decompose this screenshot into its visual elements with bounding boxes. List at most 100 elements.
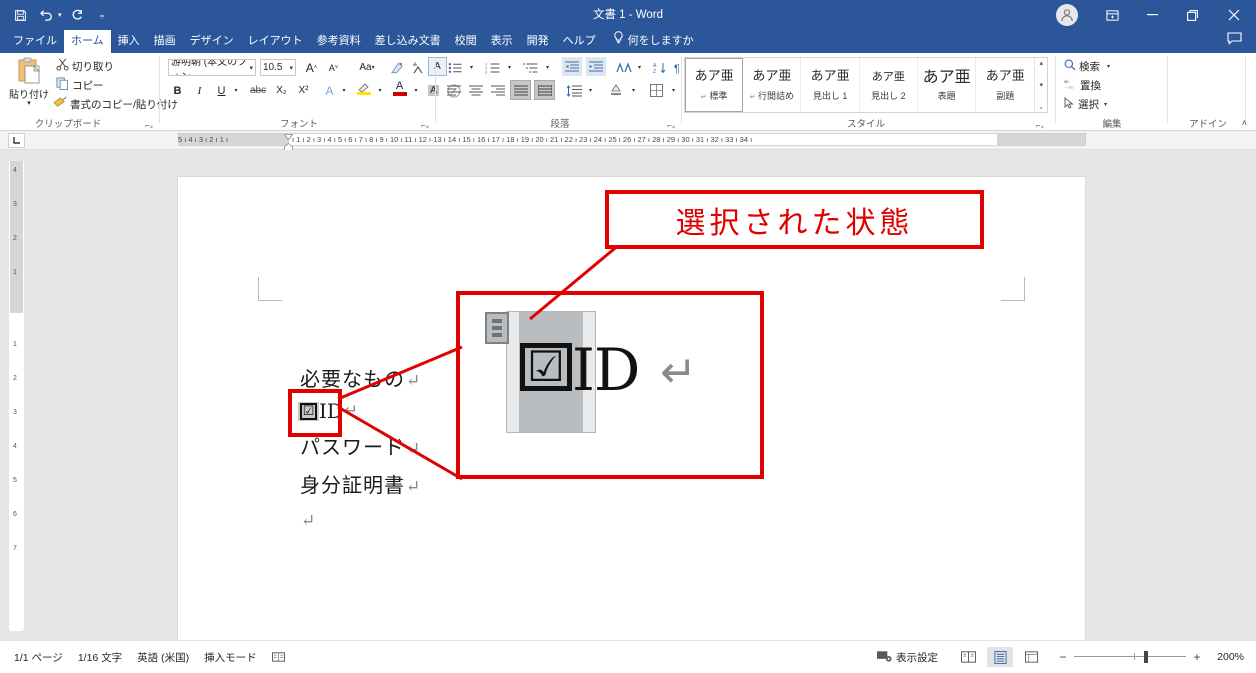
- collapse-ribbon-button[interactable]: ˄: [1242, 118, 1247, 128]
- distribute-icon[interactable]: [534, 80, 555, 100]
- font-name-combo[interactable]: 游明朝 (本文のフォン ▾: [168, 59, 256, 76]
- tab-layout[interactable]: レイアウト: [241, 30, 310, 53]
- borders-dropdown-icon[interactable]: ▾: [668, 81, 679, 100]
- view-web-layout-button[interactable]: [1019, 647, 1045, 667]
- line-spacing-icon[interactable]: [564, 81, 584, 100]
- strikethrough-button[interactable]: abc: [246, 81, 270, 100]
- paste-dropdown-icon[interactable]: ▾: [27, 100, 31, 107]
- tab-file[interactable]: ファイル: [6, 30, 64, 53]
- align-center-icon[interactable]: [466, 81, 486, 100]
- bullets-dropdown-icon[interactable]: ▾: [466, 58, 477, 77]
- multilevel-list-icon[interactable]: [520, 58, 542, 77]
- doc-line-1[interactable]: 必要なもの↵: [300, 363, 421, 392]
- increase-indent-icon[interactable]: [586, 57, 606, 76]
- line-spacing-dropdown-icon[interactable]: ▾: [585, 81, 596, 100]
- styles-gallery[interactable]: あア亜 ↵ 標準 あア亜 ↵ 行間詰め あア亜 見出し 1 あア亜 見出し 2 …: [684, 57, 1048, 113]
- select-dropdown-icon[interactable]: ▾: [1104, 101, 1107, 108]
- left-indent-marker[interactable]: [284, 142, 293, 151]
- font-dialog-launcher[interactable]: ⌐₄: [421, 121, 429, 130]
- italic-button[interactable]: I: [190, 81, 209, 100]
- style-item-no-spacing[interactable]: あア亜 ↵ 行間詰め: [743, 58, 802, 112]
- underline-dropdown-icon[interactable]: ▾: [230, 81, 242, 100]
- vertical-ruler[interactable]: 4 3 2 1 1 2 3 4 5 6 7: [8, 160, 25, 631]
- cut-button[interactable]: 切り取り: [56, 58, 114, 74]
- view-read-mode-button[interactable]: [955, 647, 981, 667]
- underline-button[interactable]: U: [212, 81, 231, 100]
- font-color-dropdown-icon[interactable]: ▾: [410, 81, 422, 100]
- page-count[interactable]: 1/1 ページ: [14, 650, 63, 665]
- text-effects-icon[interactable]: A: [320, 81, 339, 100]
- tab-view[interactable]: 表示: [484, 30, 520, 53]
- tab-draw[interactable]: 描画: [147, 30, 183, 53]
- view-print-layout-button[interactable]: [987, 647, 1013, 667]
- select-button[interactable]: 選択 ▾: [1064, 96, 1107, 112]
- shrink-font-button[interactable]: A ˅: [324, 58, 343, 77]
- font-size-combo[interactable]: 10.5 ▾: [260, 59, 296, 76]
- style-item-heading2[interactable]: あア亜 見出し 2: [860, 58, 918, 112]
- font-color-icon[interactable]: A: [390, 79, 409, 98]
- find-dropdown-icon[interactable]: ▾: [1107, 63, 1110, 70]
- doc-line-5[interactable]: ↵: [300, 507, 316, 531]
- multilevel-dropdown-icon[interactable]: ▾: [542, 58, 553, 77]
- numbering-dropdown-icon[interactable]: ▾: [504, 58, 515, 77]
- tab-insert[interactable]: 挿入: [111, 30, 147, 53]
- first-line-indent-marker[interactable]: [283, 131, 294, 141]
- language-indicator[interactable]: 英語 (米国): [137, 650, 189, 665]
- tab-help[interactable]: ヘルプ: [556, 30, 603, 53]
- tab-developer[interactable]: 開発: [520, 30, 556, 53]
- grow-font-button[interactable]: A ˄: [302, 58, 321, 77]
- tab-design[interactable]: デザイン: [183, 30, 241, 53]
- display-settings-button[interactable]: 表示設定: [877, 650, 938, 665]
- horizontal-ruler[interactable]: 5 ı 4 ı 3 ı 2 ı 1 ı ı 1 ı 2 ı 3 ı 4 ı 5 …: [0, 131, 1256, 151]
- minimize-button[interactable]: [1132, 0, 1172, 30]
- gallery-scroll-down-icon[interactable]: ▾: [1039, 81, 1043, 89]
- tab-references[interactable]: 参考資料: [310, 30, 368, 53]
- text-effects-dropdown-icon[interactable]: ▾: [338, 81, 350, 100]
- replace-button[interactable]: ab →abc 置換: [1064, 78, 1101, 93]
- zoom-slider[interactable]: [1074, 650, 1186, 664]
- styles-gallery-scrollbar[interactable]: ▴ ▾ ⌄: [1034, 58, 1048, 112]
- shading-icon[interactable]: [606, 80, 626, 99]
- tab-review[interactable]: 校閲: [448, 30, 484, 53]
- tab-mailings[interactable]: 差し込み文書: [368, 30, 448, 53]
- find-button[interactable]: 検索 ▾: [1064, 59, 1110, 74]
- copy-button[interactable]: コピー: [56, 77, 104, 93]
- close-button[interactable]: [1212, 0, 1256, 30]
- doc-line-4[interactable]: 身分証明書↵: [300, 469, 421, 498]
- paragraph-dialog-launcher[interactable]: ⌐₄: [667, 121, 675, 130]
- change-case-button[interactable]: Aa ▾: [354, 58, 380, 77]
- comments-icon[interactable]: [1227, 32, 1242, 48]
- styles-dialog-launcher[interactable]: ⌐₄: [1036, 121, 1044, 130]
- align-right-icon[interactable]: [488, 81, 508, 100]
- proofing-icon[interactable]: [271, 651, 285, 663]
- bold-button[interactable]: B: [168, 81, 187, 100]
- paste-button[interactable]: 貼り付け ▾: [8, 57, 50, 113]
- style-item-title[interactable]: あア亜 表題: [918, 58, 977, 112]
- ribbon-display-options-icon[interactable]: [1092, 0, 1132, 30]
- zoom-out-button[interactable]: −: [1058, 650, 1068, 664]
- document-page[interactable]: 必要なもの↵ ☑ ID ↵ パスワード↵ 身分証明書↵ ↵ ☑ ID ↵ 選択さ…: [178, 177, 1085, 647]
- insert-mode-indicator[interactable]: 挿入モード: [204, 650, 257, 665]
- align-left-icon[interactable]: [444, 81, 464, 100]
- borders-icon[interactable]: [646, 81, 666, 100]
- superscript-button[interactable]: X²: [294, 81, 313, 100]
- style-item-standard[interactable]: あア亜 ↵ 標準: [685, 58, 744, 112]
- text-highlight-icon[interactable]: [354, 79, 373, 98]
- shading-dropdown-icon[interactable]: ▾: [628, 81, 639, 100]
- font-size-dropdown-icon[interactable]: ▾: [287, 64, 295, 72]
- decrease-indent-icon[interactable]: [562, 57, 582, 76]
- numbering-icon[interactable]: 123: [482, 58, 504, 77]
- phonetic-guide-icon[interactable]: [408, 58, 427, 77]
- account-avatar[interactable]: [1056, 4, 1078, 26]
- style-item-subtitle[interactable]: あア亜 副題: [976, 58, 1034, 112]
- bullets-icon[interactable]: [444, 58, 466, 77]
- justify-icon[interactable]: [510, 80, 531, 100]
- highlight-dropdown-icon[interactable]: ▾: [374, 81, 386, 100]
- clear-formatting-icon[interactable]: [388, 58, 407, 77]
- gallery-more-icon[interactable]: ⌄: [1038, 103, 1044, 111]
- style-item-heading1[interactable]: あア亜 見出し 1: [801, 58, 860, 112]
- zoom-slider-thumb[interactable]: [1144, 651, 1148, 663]
- zoom-level-label[interactable]: 200%: [1208, 651, 1244, 663]
- tab-stop-selector[interactable]: [8, 133, 25, 148]
- clipboard-dialog-launcher[interactable]: ⌐₄: [145, 121, 153, 130]
